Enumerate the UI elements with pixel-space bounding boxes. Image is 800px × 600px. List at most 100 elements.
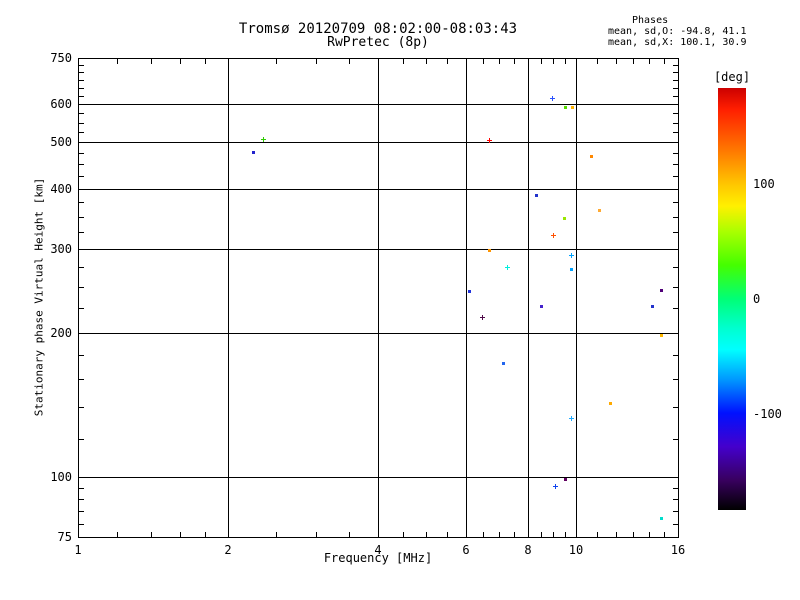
- data-point: [563, 217, 566, 220]
- y-tick: [79, 407, 84, 408]
- data-point: [571, 416, 572, 421]
- colorbar-tick-label: 0: [753, 292, 761, 306]
- y-tick: [79, 142, 88, 143]
- y-tick: [79, 72, 84, 73]
- y-tick: [673, 287, 678, 288]
- colorbar-tick-label: 100: [753, 177, 775, 191]
- x-tick: [403, 59, 404, 64]
- data-point: [553, 233, 554, 238]
- colorbar-unit-label: [deg]: [713, 70, 751, 84]
- x-tick: [541, 532, 542, 537]
- y-tick: [79, 477, 88, 478]
- data-point: [263, 137, 264, 142]
- y-tick: [79, 132, 84, 133]
- colorbar-gradient: [718, 88, 746, 510]
- y-tick: [79, 287, 84, 288]
- data-point: [540, 305, 543, 308]
- y-tick-label: 600: [50, 97, 72, 111]
- x-tick-label: 4: [374, 543, 382, 557]
- gridline-y: [78, 477, 678, 478]
- x-tick-label: 8: [524, 543, 532, 557]
- y-tick: [669, 537, 678, 538]
- x-tick: [228, 59, 229, 68]
- x-tick: [616, 59, 617, 64]
- y-tick: [673, 232, 678, 233]
- y-tick: [673, 176, 678, 177]
- y-tick: [79, 65, 84, 66]
- data-point: [489, 138, 490, 143]
- plot-layer: 1 2 4 6 8 10 16 750 600 500 400 300 200 100 75 100 0 -100: [0, 0, 800, 600]
- data-point: [598, 209, 601, 212]
- x-tick: [597, 532, 598, 537]
- y-tick: [79, 123, 84, 124]
- y-tick-label: 750: [50, 51, 72, 65]
- x-tick: [378, 59, 379, 68]
- x-tick: [565, 59, 566, 64]
- x-tick: [447, 59, 448, 64]
- x-tick: [151, 59, 152, 64]
- data-point: [507, 265, 508, 270]
- y-tick: [673, 96, 678, 97]
- y-tick: [79, 488, 84, 489]
- x-tick: [576, 59, 577, 68]
- y-tick: [673, 499, 678, 500]
- y-tick: [79, 153, 84, 154]
- y-tick-label: 300: [50, 242, 72, 256]
- y-tick-label: 500: [50, 135, 72, 149]
- y-tick: [79, 355, 84, 356]
- x-tick: [576, 528, 577, 537]
- y-tick: [673, 72, 678, 73]
- y-tick: [673, 132, 678, 133]
- x-tick: [349, 59, 350, 64]
- data-point: [660, 517, 663, 520]
- x-tick: [499, 59, 500, 64]
- data-point: [571, 253, 572, 258]
- x-tick: [151, 532, 152, 537]
- y-tick: [669, 249, 678, 250]
- y-tick-label: 100: [50, 470, 72, 484]
- y-tick: [673, 379, 678, 380]
- x-tick: [378, 528, 379, 537]
- x-tick: [541, 59, 542, 64]
- x-tick: [276, 59, 277, 64]
- data-point: [571, 106, 574, 109]
- data-point: [535, 194, 538, 197]
- y-tick: [79, 58, 88, 59]
- x-tick: [276, 532, 277, 537]
- y-tick: [673, 217, 678, 218]
- x-tick: [553, 59, 554, 64]
- y-tick: [673, 123, 678, 124]
- x-tick: [466, 59, 467, 68]
- gridline-x: [528, 58, 529, 537]
- y-tick-label: 400: [50, 182, 72, 196]
- y-tick: [673, 113, 678, 114]
- x-tick: [205, 532, 206, 537]
- y-tick: [673, 524, 678, 525]
- x-tick: [228, 528, 229, 537]
- x-tick: [649, 59, 650, 64]
- gridline-y: [78, 189, 678, 190]
- y-tick: [669, 58, 678, 59]
- y-tick: [79, 524, 84, 525]
- colorbar-tick-label: -100: [753, 407, 782, 421]
- x-tick: [78, 528, 79, 537]
- x-tick: [316, 59, 317, 64]
- data-point: [482, 315, 483, 320]
- data-point: [570, 268, 573, 271]
- y-tick: [79, 202, 84, 203]
- x-tick-label: 6: [462, 543, 470, 557]
- y-tick: [79, 176, 84, 177]
- y-tick: [79, 249, 88, 250]
- y-tick: [79, 333, 88, 334]
- x-tick: [633, 532, 634, 537]
- gridline-x: [576, 58, 577, 537]
- y-tick: [669, 333, 678, 334]
- x-tick-label: 16: [670, 543, 686, 557]
- x-tick: [597, 59, 598, 64]
- gridline-y: [78, 249, 678, 250]
- y-tick: [79, 439, 84, 440]
- x-tick: [514, 532, 515, 537]
- x-tick-label: 1: [74, 543, 82, 557]
- x-tick: [616, 532, 617, 537]
- data-point: [564, 106, 567, 109]
